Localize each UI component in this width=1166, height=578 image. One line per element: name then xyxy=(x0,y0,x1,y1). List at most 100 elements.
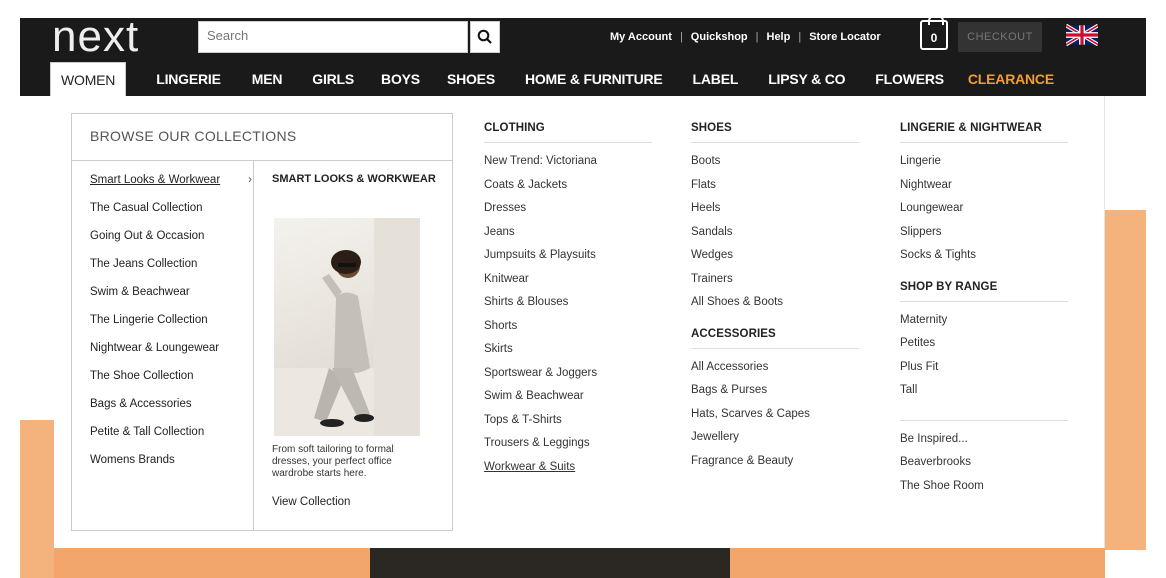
nav-label[interactable]: LABEL xyxy=(693,62,739,96)
checkout-button[interactable]: CHECKOUT xyxy=(958,22,1042,52)
clothing-column: CLOTHING New Trend: Victoriana Coats & J… xyxy=(484,122,652,482)
next-logo[interactable]: next xyxy=(52,12,139,62)
menu-link[interactable]: The Shoe Room xyxy=(900,478,1068,502)
divider xyxy=(72,160,452,161)
collection-item[interactable]: Going Out & Occasion xyxy=(90,228,220,256)
nav-home-furniture[interactable]: HOME & FURNITURE xyxy=(525,62,663,96)
menu-link[interactable]: Workwear & Suits xyxy=(484,459,652,483)
divider xyxy=(900,419,1068,421)
menu-link[interactable]: Tall xyxy=(900,382,1068,406)
menu-link[interactable]: All Shoes & Boots xyxy=(691,294,859,318)
menu-link[interactable]: Flats xyxy=(691,177,859,201)
collection-item[interactable]: The Jeans Collection xyxy=(90,256,220,284)
menu-link[interactable]: Socks & Tights xyxy=(900,247,1068,271)
model-photo xyxy=(274,218,420,436)
link-separator: | xyxy=(755,31,759,43)
top-links: My Account | Quickshop | Help | Store Lo… xyxy=(610,31,881,43)
range-heading: SHOP BY RANGE xyxy=(900,281,1068,302)
nav-lingerie[interactable]: LINGERIE xyxy=(156,62,221,96)
quickshop-link[interactable]: Quickshop xyxy=(691,31,748,43)
site-header: next My Account | Quickshop | Help | Sto… xyxy=(20,12,1146,96)
extras-list: Be Inspired... Beaverbrooks The Shoe Roo… xyxy=(900,431,1068,502)
menu-link[interactable]: Jeans xyxy=(484,224,652,248)
collection-item[interactable]: The Shoe Collection xyxy=(90,368,220,396)
range-list: Maternity Petites Plus Fit Tall xyxy=(900,312,1068,406)
menu-link[interactable]: Lingerie xyxy=(900,153,1068,177)
search-input[interactable] xyxy=(207,28,447,43)
menu-link[interactable]: Beaverbrooks xyxy=(900,454,1068,478)
shoes-column: SHOES Boots Flats Heels Sandals Wedges T… xyxy=(691,122,859,476)
menu-link[interactable]: Coats & Jackets xyxy=(484,177,652,201)
menu-link[interactable]: Shorts xyxy=(484,318,652,342)
menu-link[interactable]: Sportswear & Joggers xyxy=(484,365,652,389)
collection-item[interactable]: Swim & Beachwear xyxy=(90,284,220,312)
link-separator: | xyxy=(798,31,802,43)
nav-girls[interactable]: GIRLS xyxy=(312,62,354,96)
lingerie-heading: LINGERIE & NIGHTWEAR xyxy=(900,122,1068,143)
menu-link[interactable]: Sandals xyxy=(691,224,859,248)
menu-link[interactable]: Shirts & Blouses xyxy=(484,294,652,318)
menu-link[interactable]: Be Inspired... xyxy=(900,431,1068,455)
main-nav: WOMEN LINGERIE MEN GIRLS BOYS SHOES HOME… xyxy=(20,62,1146,96)
nav-clearance[interactable]: CLEARANCE xyxy=(968,62,1054,96)
nav-flowers[interactable]: FLOWERS xyxy=(875,62,944,96)
feature-description: From soft tailoring to formal dresses, y… xyxy=(272,444,394,479)
feature-image[interactable] xyxy=(274,218,420,436)
menu-link[interactable]: Jumpsuits & Playsuits xyxy=(484,247,652,271)
menu-link[interactable]: Slippers xyxy=(900,224,1068,248)
menu-link[interactable]: Fragrance & Beauty xyxy=(691,453,859,477)
menu-link[interactable]: Swim & Beachwear xyxy=(484,388,652,412)
chevron-right-icon: › xyxy=(248,172,252,186)
mega-menu-dropdown: BROWSE OUR COLLECTIONS Smart Looks & Wor… xyxy=(54,96,1105,548)
search-icon xyxy=(477,29,492,44)
clothing-list: New Trend: Victoriana Coats & Jackets Dr… xyxy=(484,153,652,482)
menu-link[interactable]: Boots xyxy=(691,153,859,177)
lingerie-list: Lingerie Nightwear Loungewear Slippers S… xyxy=(900,153,1068,271)
collection-item[interactable]: The Casual Collection xyxy=(90,200,220,228)
shopping-bag-icon[interactable]: 0 xyxy=(920,15,948,50)
store-locator-link[interactable]: Store Locator xyxy=(809,31,881,43)
menu-link[interactable]: Heels xyxy=(691,200,859,224)
feature-title: SMART LOOKS & WORKWEAR xyxy=(272,173,436,185)
search-button[interactable] xyxy=(470,21,500,53)
menu-link[interactable]: Hats, Scarves & Capes xyxy=(691,406,859,430)
collection-item[interactable]: Smart Looks & Workwear xyxy=(90,172,220,200)
menu-link[interactable]: Plus Fit xyxy=(900,359,1068,383)
nav-women[interactable]: WOMEN xyxy=(50,62,127,96)
help-link[interactable]: Help xyxy=(767,31,791,43)
hero-image-bottom xyxy=(370,548,730,578)
collection-item[interactable]: Bags & Accessories xyxy=(90,396,220,424)
collection-item[interactable]: The Lingerie Collection xyxy=(90,312,220,340)
menu-link[interactable]: Bags & Purses xyxy=(691,382,859,406)
collection-item[interactable]: Petite & Tall Collection xyxy=(90,424,220,452)
menu-link[interactable]: Trousers & Leggings xyxy=(484,435,652,459)
menu-link[interactable]: Dresses xyxy=(484,200,652,224)
hero-banner-left xyxy=(20,420,54,578)
collection-item[interactable]: Nightwear & Loungewear xyxy=(90,340,220,368)
nav-lipsy-co[interactable]: LIPSY & CO xyxy=(768,62,845,96)
nav-boys[interactable]: BOYS xyxy=(381,62,420,96)
view-collection-link[interactable]: View Collection xyxy=(272,496,350,508)
lingerie-column: LINGERIE & NIGHTWEAR Lingerie Nightwear … xyxy=(900,122,1068,501)
menu-link[interactable]: Wedges xyxy=(691,247,859,271)
collection-item[interactable]: Womens Brands xyxy=(90,452,220,480)
menu-link[interactable]: Skirts xyxy=(484,341,652,365)
menu-link[interactable]: Tops & T-Shirts xyxy=(484,412,652,436)
link-separator: | xyxy=(679,31,683,43)
menu-link[interactable]: Petites xyxy=(900,335,1068,359)
my-account-link[interactable]: My Account xyxy=(610,31,672,43)
menu-link[interactable]: Loungewear xyxy=(900,200,1068,224)
menu-link[interactable]: Trainers xyxy=(691,271,859,295)
collections-list: Smart Looks & Workwear The Casual Collec… xyxy=(90,172,220,480)
divider xyxy=(253,160,254,530)
menu-link[interactable]: Knitwear xyxy=(484,271,652,295)
menu-link[interactable]: All Accessories xyxy=(691,359,859,383)
shoes-list: Boots Flats Heels Sandals Wedges Trainer… xyxy=(691,153,859,318)
nav-men[interactable]: MEN xyxy=(252,62,283,96)
menu-link[interactable]: Maternity xyxy=(900,312,1068,336)
uk-flag-icon[interactable] xyxy=(1066,24,1098,46)
menu-link[interactable]: Jewellery xyxy=(691,429,859,453)
menu-link[interactable]: Nightwear xyxy=(900,177,1068,201)
menu-link[interactable]: New Trend: Victoriana xyxy=(484,153,652,177)
nav-shoes[interactable]: SHOES xyxy=(447,62,495,96)
